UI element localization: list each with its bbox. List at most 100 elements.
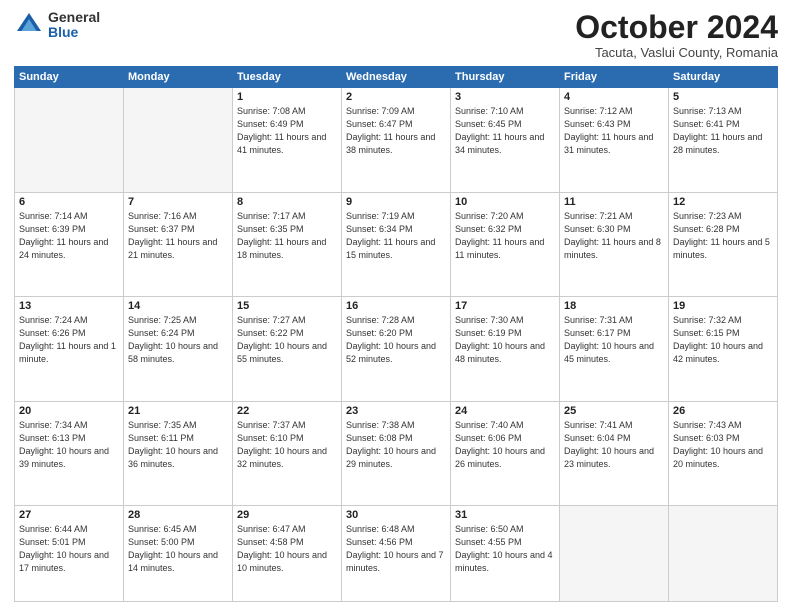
header: General Blue October 2024 Tacuta, Vaslui…: [14, 10, 778, 60]
day-info: Sunrise: 7:10 AM Sunset: 6:45 PM Dayligh…: [455, 105, 555, 157]
calendar-cell: 17 Sunrise: 7:30 AM Sunset: 6:19 PM Dayli…: [451, 297, 560, 402]
day-number: 15: [237, 300, 337, 312]
day-info: Sunrise: 6:47 AM Sunset: 4:58 PM Dayligh…: [237, 523, 337, 575]
day-number: 5: [673, 91, 773, 103]
calendar-cell: 30Sunrise: 6:48 AM Sunset: 4:56 PM Dayli…: [342, 506, 451, 602]
calendar-cell: [560, 506, 669, 602]
day-number: 29: [237, 509, 337, 521]
weekday-header-sunday: Sunday: [15, 67, 124, 88]
calendar-cell: 8 Sunrise: 7:17 AM Sunset: 6:35 PM Daylig…: [233, 192, 342, 297]
day-number: 26: [673, 405, 773, 417]
calendar-cell: [124, 88, 233, 193]
calendar-cell: [15, 88, 124, 193]
logo: General Blue: [14, 10, 100, 41]
calendar-cell: 24 Sunrise: 7:40 AM Sunset: 6:06 PM Dayli…: [451, 401, 560, 506]
day-info: Sunrise: 7:31 AM Sunset: 6:17 PM Dayligh…: [564, 314, 664, 366]
calendar-week-4: 27 Sunrise: 6:44 AM Sunset: 5:01 PM Dayli…: [15, 506, 778, 602]
day-number: 11: [564, 196, 664, 208]
day-number: 9: [346, 196, 446, 208]
day-info: Sunrise: 6:45 AM Sunset: 5:00 PM Dayligh…: [128, 523, 228, 575]
day-number: 19: [673, 300, 773, 312]
calendar-cell: 12Sunrise: 7:23 AM Sunset: 6:28 PM Dayli…: [669, 192, 778, 297]
calendar-cell: 27 Sunrise: 6:44 AM Sunset: 5:01 PM Dayli…: [15, 506, 124, 602]
calendar-cell: 25 Sunrise: 7:41 AM Sunset: 6:04 PM Dayli…: [560, 401, 669, 506]
day-info: Sunrise: 7:12 AM Sunset: 6:43 PM Dayligh…: [564, 105, 664, 157]
calendar-cell: 2 Sunrise: 7:09 AM Sunset: 6:47 PM Daylig…: [342, 88, 451, 193]
weekday-row: SundayMondayTuesdayWednesdayThursdayFrid…: [15, 67, 778, 88]
calendar-cell: 5 Sunrise: 7:13 AM Sunset: 6:41 PM Daylig…: [669, 88, 778, 193]
day-info: Sunrise: 7:35 AM Sunset: 6:11 PM Dayligh…: [128, 419, 228, 471]
calendar-week-3: 20 Sunrise: 7:34 AM Sunset: 6:13 PM Dayli…: [15, 401, 778, 506]
day-info: Sunrise: 6:48 AM Sunset: 4:56 PM Dayligh…: [346, 523, 446, 575]
calendar-cell: 11Sunrise: 7:21 AM Sunset: 6:30 PM Dayli…: [560, 192, 669, 297]
day-info: Sunrise: 7:08 AM Sunset: 6:49 PM Dayligh…: [237, 105, 337, 157]
calendar-week-0: 1 Sunrise: 7:08 AM Sunset: 6:49 PM Daylig…: [15, 88, 778, 193]
calendar: SundayMondayTuesdayWednesdayThursdayFrid…: [14, 66, 778, 602]
calendar-cell: 22 Sunrise: 7:37 AM Sunset: 6:10 PM Dayli…: [233, 401, 342, 506]
calendar-cell: 28 Sunrise: 6:45 AM Sunset: 5:00 PM Dayli…: [124, 506, 233, 602]
weekday-header-friday: Friday: [560, 67, 669, 88]
day-info: Sunrise: 7:14 AM Sunset: 6:39 PM Dayligh…: [19, 210, 119, 262]
day-info: Sunrise: 7:24 AM Sunset: 6:26 PM Dayligh…: [19, 314, 119, 366]
calendar-cell: 31Sunrise: 6:50 AM Sunset: 4:55 PM Dayli…: [451, 506, 560, 602]
day-number: 21: [128, 405, 228, 417]
day-info: Sunrise: 7:27 AM Sunset: 6:22 PM Dayligh…: [237, 314, 337, 366]
day-info: Sunrise: 7:17 AM Sunset: 6:35 PM Dayligh…: [237, 210, 337, 262]
day-number: 22: [237, 405, 337, 417]
day-number: 20: [19, 405, 119, 417]
day-number: 7: [128, 196, 228, 208]
day-number: 23: [346, 405, 446, 417]
subtitle: Tacuta, Vaslui County, Romania: [575, 45, 778, 60]
day-number: 24: [455, 405, 555, 417]
day-info: Sunrise: 7:13 AM Sunset: 6:41 PM Dayligh…: [673, 105, 773, 157]
calendar-cell: 29 Sunrise: 6:47 AM Sunset: 4:58 PM Dayli…: [233, 506, 342, 602]
calendar-cell: [669, 506, 778, 602]
day-number: 2: [346, 91, 446, 103]
day-info: Sunrise: 7:30 AM Sunset: 6:19 PM Dayligh…: [455, 314, 555, 366]
title-block: October 2024 Tacuta, Vaslui County, Roma…: [575, 10, 778, 60]
day-number: 17: [455, 300, 555, 312]
calendar-cell: 15 Sunrise: 7:27 AM Sunset: 6:22 PM Dayli…: [233, 297, 342, 402]
day-number: 8: [237, 196, 337, 208]
day-number: 1: [237, 91, 337, 103]
calendar-cell: 20 Sunrise: 7:34 AM Sunset: 6:13 PM Dayli…: [15, 401, 124, 506]
logo-text: General Blue: [48, 10, 100, 41]
day-number: 14: [128, 300, 228, 312]
weekday-header-monday: Monday: [124, 67, 233, 88]
logo-general-text: General: [48, 10, 100, 25]
calendar-cell: 13Sunrise: 7:24 AM Sunset: 6:26 PM Dayli…: [15, 297, 124, 402]
calendar-cell: 18 Sunrise: 7:31 AM Sunset: 6:17 PM Dayli…: [560, 297, 669, 402]
calendar-cell: 6Sunrise: 7:14 AM Sunset: 6:39 PM Daylig…: [15, 192, 124, 297]
day-number: 25: [564, 405, 664, 417]
calendar-cell: 4 Sunrise: 7:12 AM Sunset: 6:43 PM Daylig…: [560, 88, 669, 193]
day-info: Sunrise: 7:25 AM Sunset: 6:24 PM Dayligh…: [128, 314, 228, 366]
calendar-cell: 7 Sunrise: 7:16 AM Sunset: 6:37 PM Daylig…: [124, 192, 233, 297]
day-info: Sunrise: 7:19 AM Sunset: 6:34 PM Dayligh…: [346, 210, 446, 262]
calendar-cell: 21 Sunrise: 7:35 AM Sunset: 6:11 PM Dayli…: [124, 401, 233, 506]
day-info: Sunrise: 7:09 AM Sunset: 6:47 PM Dayligh…: [346, 105, 446, 157]
calendar-cell: 14 Sunrise: 7:25 AM Sunset: 6:24 PM Dayli…: [124, 297, 233, 402]
day-number: 3: [455, 91, 555, 103]
day-info: Sunrise: 6:44 AM Sunset: 5:01 PM Dayligh…: [19, 523, 119, 575]
calendar-cell: 19Sunrise: 7:32 AM Sunset: 6:15 PM Dayli…: [669, 297, 778, 402]
day-info: Sunrise: 7:34 AM Sunset: 6:13 PM Dayligh…: [19, 419, 119, 471]
calendar-header: SundayMondayTuesdayWednesdayThursdayFrid…: [15, 67, 778, 88]
day-info: Sunrise: 7:40 AM Sunset: 6:06 PM Dayligh…: [455, 419, 555, 471]
day-info: Sunrise: 7:37 AM Sunset: 6:10 PM Dayligh…: [237, 419, 337, 471]
calendar-cell: 1 Sunrise: 7:08 AM Sunset: 6:49 PM Daylig…: [233, 88, 342, 193]
day-info: Sunrise: 7:16 AM Sunset: 6:37 PM Dayligh…: [128, 210, 228, 262]
calendar-cell: 23Sunrise: 7:38 AM Sunset: 6:08 PM Dayli…: [342, 401, 451, 506]
day-number: 12: [673, 196, 773, 208]
day-info: Sunrise: 7:28 AM Sunset: 6:20 PM Dayligh…: [346, 314, 446, 366]
page: General Blue October 2024 Tacuta, Vaslui…: [0, 0, 792, 612]
day-info: Sunrise: 7:41 AM Sunset: 6:04 PM Dayligh…: [564, 419, 664, 471]
day-info: Sunrise: 7:43 AM Sunset: 6:03 PM Dayligh…: [673, 419, 773, 471]
calendar-cell: 16Sunrise: 7:28 AM Sunset: 6:20 PM Dayli…: [342, 297, 451, 402]
day-number: 18: [564, 300, 664, 312]
month-title: October 2024: [575, 10, 778, 45]
day-number: 27: [19, 509, 119, 521]
day-number: 4: [564, 91, 664, 103]
day-number: 28: [128, 509, 228, 521]
weekday-header-wednesday: Wednesday: [342, 67, 451, 88]
logo-icon: [14, 10, 44, 40]
